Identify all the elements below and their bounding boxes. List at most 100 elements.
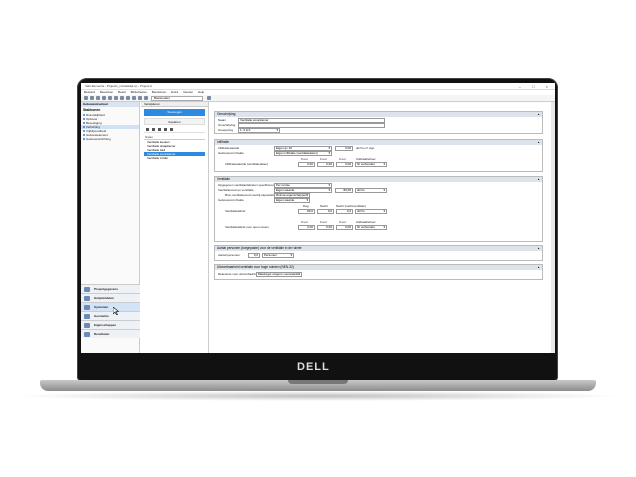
bron-label: Bron ventilatievoud voorbij-capaciteit	[225, 193, 274, 197]
new-icon[interactable]	[84, 96, 88, 100]
tab-verwijderen[interactable]: Verwijderen	[141, 102, 208, 107]
aantal-personen-input[interactable]: 0,0	[248, 253, 260, 258]
report-icon[interactable]	[138, 96, 142, 100]
col-header: Nacht (nachtventilatie)	[336, 204, 366, 208]
module-hulpmiddelen[interactable]: Hulpmiddelen	[81, 293, 140, 302]
value-input[interactable]: 0,0	[336, 209, 353, 214]
calculate-icon[interactable]	[132, 96, 136, 100]
geometry-icon	[84, 314, 90, 319]
photo-stage: DELL Vabi Elements - Project1_mindelwijk…	[0, 0, 636, 477]
module-label: Eigenschappen	[94, 323, 117, 327]
copy-icon[interactable]	[102, 96, 106, 100]
gebouwvorm-select[interactable]: Eigen waarde	[274, 198, 310, 203]
open-icon[interactable]	[90, 96, 94, 100]
value-input[interactable]: 0,0	[317, 209, 334, 214]
scrollbar[interactable]	[551, 102, 555, 353]
value-input[interactable]: 0,00	[298, 162, 315, 167]
uitdraai-select[interactable]: Nt verbonden	[355, 162, 387, 167]
down-icon[interactable]	[164, 128, 167, 131]
menu-item-beeld[interactable]: Beeld	[118, 90, 126, 94]
module-systemen[interactable]: Systemen	[81, 302, 140, 311]
module-list: Projectgegevens Hulpmiddelen Systemen Ge…	[81, 284, 140, 338]
menu-item-berekenen[interactable]: Berekenen	[152, 90, 167, 94]
value-input[interactable]: 0,00	[298, 225, 315, 230]
save-icon[interactable]	[96, 96, 100, 100]
copy-button[interactable]: Kopiëren	[144, 118, 205, 125]
personen-select[interactable]: Personen	[262, 253, 294, 258]
module-eigenschappen[interactable]: Eigenschappen	[81, 320, 140, 329]
paste-icon[interactable]	[108, 96, 112, 100]
module-label: Resultaten	[94, 332, 110, 336]
add-button[interactable]: Toevoegen	[144, 109, 205, 116]
module-geometrie[interactable]: Geometrie	[81, 311, 140, 320]
value-input[interactable]: 0,00	[336, 162, 353, 167]
col-header: 0 uur	[320, 157, 327, 161]
filter-icon[interactable]	[170, 128, 173, 131]
menu-item-venster[interactable]: Venster	[183, 90, 193, 94]
section-omschrijving: Omschrijving Naam Ventilatie woonkamer O…	[214, 111, 543, 134]
redo-icon[interactable]	[126, 96, 130, 100]
section-infiltratie: Infiltratie Infiltratiewaarde Eigen qv 1…	[214, 139, 543, 172]
variant-icon[interactable]	[144, 96, 148, 100]
section-header[interactable]: Omschrijving	[215, 112, 542, 117]
variant-select[interactable]: Basismodel	[151, 96, 203, 101]
ventilatievoud-input[interactable]: 80,00	[335, 188, 353, 193]
gebouwvorm-label: Gebouwvorm/zakte	[218, 198, 244, 202]
component-list: Naam Ventilatie keuken Ventilatie slaapk…	[144, 135, 205, 160]
groepering-select[interactable]: 1. 0 & 0	[238, 128, 280, 133]
middle-pane: Verwijderen Toevoegen Kopiëren Naam Vent…	[141, 102, 209, 353]
unit-select[interactable]: dm³/s	[355, 209, 387, 214]
value-input[interactable]: 0,00	[336, 225, 353, 230]
add-icon[interactable]	[146, 128, 149, 131]
section-header[interactable]: Uitvoerbaarheid ventilatie voor hoge rui…	[215, 265, 542, 270]
section-personen: Aantal personen (toegepaste) voor de ven…	[214, 245, 543, 261]
undo-icon[interactable]	[120, 96, 124, 100]
menu-item-bibliotheken[interactable]: Bibliotheken	[131, 90, 147, 94]
window-controls[interactable]: – □ ×	[519, 83, 553, 90]
aantal-personen-label: Aantal personen	[218, 253, 240, 257]
menu-item-help[interactable]: Help	[198, 90, 204, 94]
list-toolbar	[144, 127, 205, 133]
gebouwvorm-select[interactable]: Eigen infiltratie (ventilatiedelen)	[274, 151, 332, 156]
uitdraai-select[interactable]: Nt verbonden	[355, 225, 387, 230]
delete-icon[interactable]	[114, 96, 118, 100]
value-input[interactable]: 0,00	[317, 225, 334, 230]
maximize-icon[interactable]: □	[532, 84, 539, 89]
remove-icon[interactable]	[152, 128, 155, 131]
value-input[interactable]: 0,00	[317, 162, 334, 167]
properties-icon	[84, 323, 90, 328]
infiltratiewaarde-label: Infiltratiewaarde	[218, 146, 240, 150]
menu-item-extra[interactable]: Extra	[171, 90, 178, 94]
section-header[interactable]: Infiltratie	[215, 140, 542, 145]
uitvoerbaarheid-select[interactable]: Maatregel volgens voorwaarde	[256, 272, 302, 277]
up-icon[interactable]	[158, 128, 161, 131]
section-header[interactable]: Ventilatie	[215, 177, 542, 182]
ventilatievoud-label: Ventilatievoud en ventilatie	[218, 188, 254, 192]
section-header[interactable]: Aantal personen (toegepaste) voor de ven…	[215, 246, 542, 251]
module-resultaten[interactable]: Resultaten	[81, 329, 140, 338]
value-input[interactable]: 80,0	[298, 209, 315, 214]
module-label: Systemen	[94, 305, 109, 309]
module-label: Geometrie	[94, 314, 109, 318]
infiltratiewaarde-input[interactable]: 0,00	[335, 146, 353, 151]
col-header: 0 uur	[301, 220, 308, 224]
col-header: Nacht	[320, 204, 328, 208]
menu-item-bewerken[interactable]: Bewerken	[100, 90, 113, 94]
col-header: Dag	[303, 204, 309, 208]
module-projectgegevens[interactable]: Projectgegevens	[81, 284, 140, 293]
laptop-screen: Vabi Elements - Project1_mindelwijk.vp -…	[81, 83, 555, 353]
section-ventilatie: Ventilatie Opgegeven ventilatiedebieten …	[214, 176, 543, 242]
opgegeven-label: Opgegeven ventilatiedebieten specificere…	[218, 183, 275, 187]
minimize-icon[interactable]: –	[519, 84, 526, 89]
tree-item[interactable]: Gebouwverlichting	[81, 137, 139, 141]
module-label: Hulpmiddelen	[94, 296, 114, 300]
menu-item-bestand[interactable]: Bestand	[84, 90, 95, 94]
unit-select[interactable]: dm³/s	[355, 188, 387, 193]
project-icon	[84, 287, 90, 292]
close-icon[interactable]: ×	[546, 84, 553, 89]
col-header: 0 uur	[301, 157, 308, 161]
section-hoge-ruimten: Uitvoerbaarheid ventilatie voor hoge rui…	[214, 264, 543, 280]
settings-icon[interactable]	[207, 96, 211, 100]
toolbar: Basismodel	[81, 95, 555, 102]
list-item[interactable]: Ventilatie zolder	[144, 156, 205, 160]
